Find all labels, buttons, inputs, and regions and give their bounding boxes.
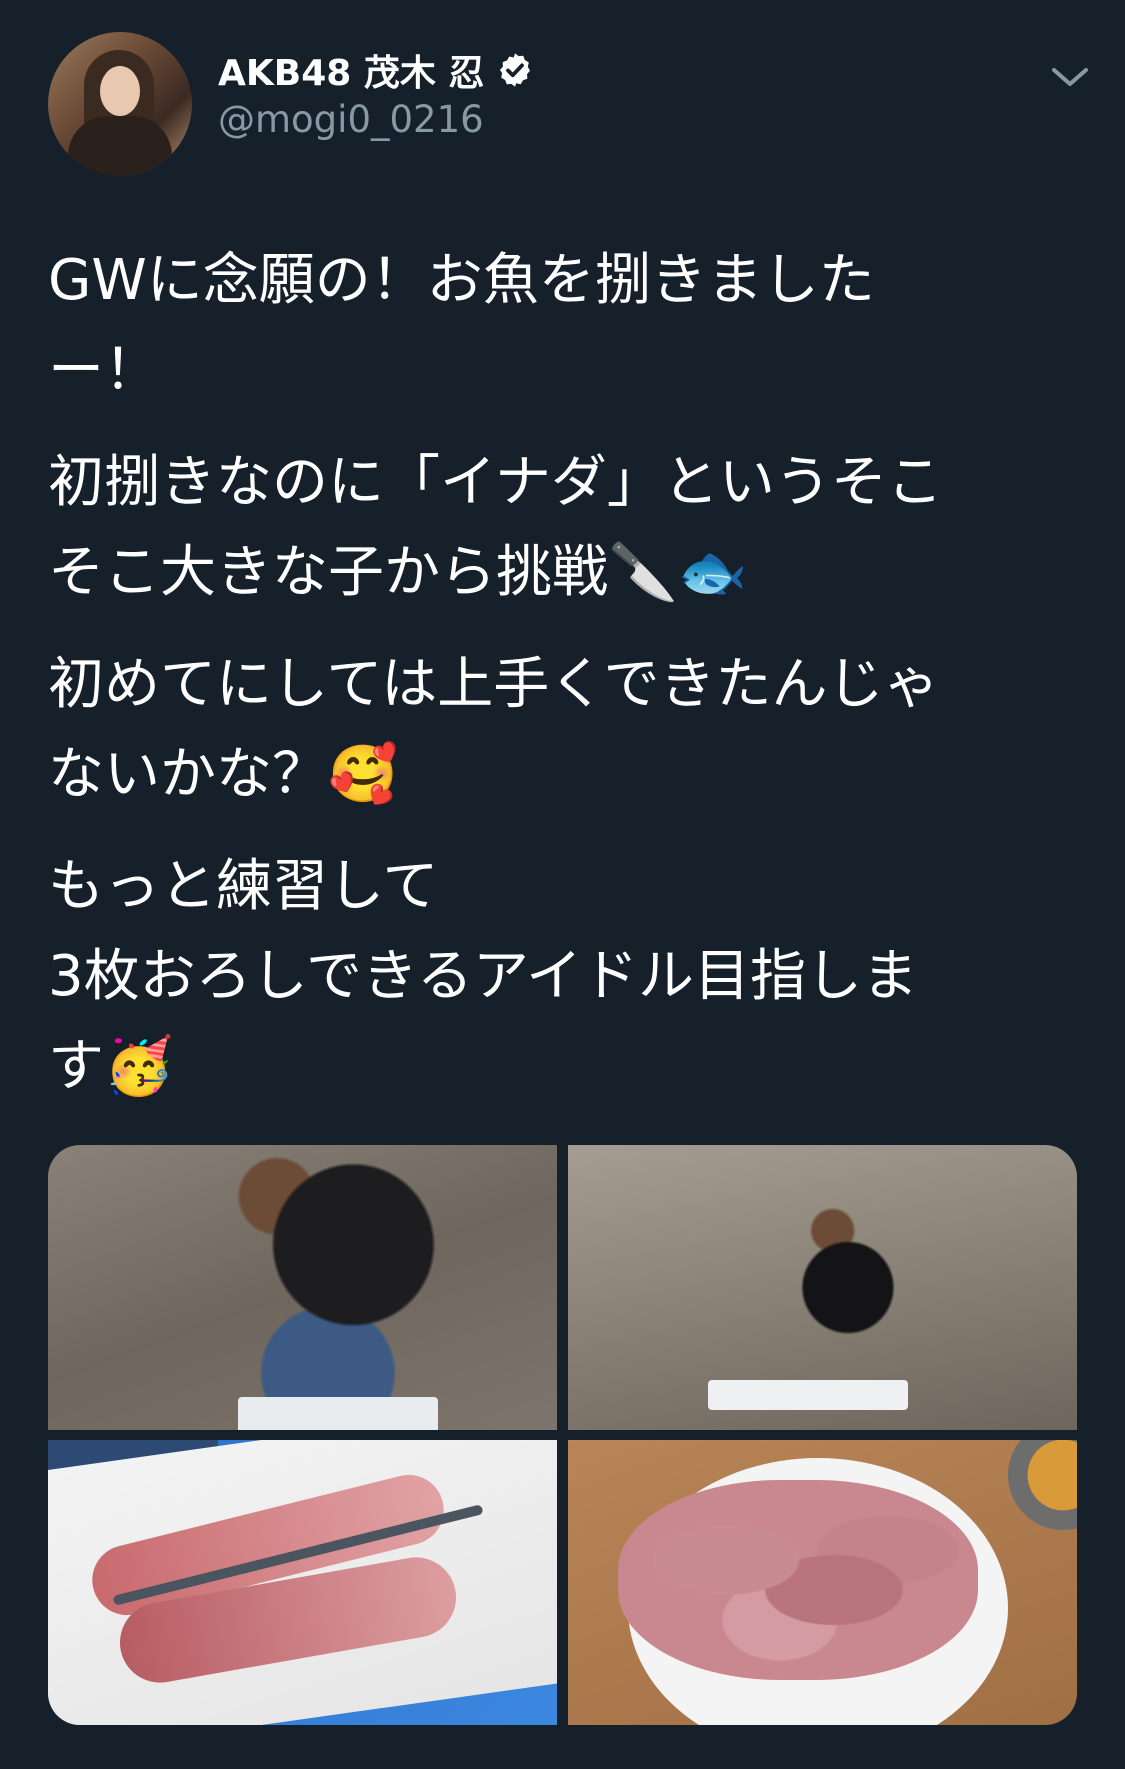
chevron-down-icon[interactable] bbox=[1048, 62, 1092, 92]
tweet: AKB48 茂木 忍 @mogi0_0216 GWに念願の！お魚を捌きました ー… bbox=[0, 0, 1125, 1769]
tweet-text: GWに念願の！お魚を捌きました ー！ 初捌きなのに「イナダ」というそこ そこ大き… bbox=[48, 236, 1088, 1134]
tweet-paragraph: もっと練習して 3枚おろしできるアイドル目指しま す🥳 bbox=[48, 854, 919, 1099]
tweet-paragraph: 初めてにしては上手くできたんじゃ ないかな？🥰 bbox=[48, 652, 940, 807]
tweet-header: AKB48 茂木 忍 @mogi0_0216 bbox=[48, 32, 1088, 182]
handle[interactable]: @mogi0_0216 bbox=[218, 98, 534, 141]
cutting-board bbox=[238, 1397, 438, 1430]
media-grid bbox=[48, 1145, 1077, 1725]
pan bbox=[1008, 1440, 1077, 1530]
avatar-body bbox=[68, 116, 172, 176]
photo-sashimi-on-plate[interactable] bbox=[568, 1440, 1077, 1725]
verified-badge-icon bbox=[496, 51, 534, 89]
display-name-row: AKB48 茂木 忍 bbox=[218, 44, 534, 96]
photo-woman-crouching-cutting-fish[interactable] bbox=[568, 1145, 1077, 1430]
avatar[interactable] bbox=[48, 32, 192, 176]
cutting-board bbox=[708, 1380, 908, 1410]
photo-fish-fillets-on-board[interactable] bbox=[48, 1440, 557, 1725]
display-name[interactable]: AKB48 茂木 忍 bbox=[218, 44, 484, 96]
tweet-paragraph: GWに念願の！お魚を捌きました ー！ bbox=[48, 248, 875, 403]
avatar-face bbox=[100, 66, 140, 116]
author-names: AKB48 茂木 忍 @mogi0_0216 bbox=[218, 44, 534, 141]
photo-woman-cutting-fish-closeup[interactable] bbox=[48, 1145, 557, 1430]
tweet-paragraph: 初捌きなのに「イナダ」というそこ そこ大きな子から挑戦🔪🐟 bbox=[48, 450, 943, 605]
sashimi bbox=[618, 1480, 978, 1680]
